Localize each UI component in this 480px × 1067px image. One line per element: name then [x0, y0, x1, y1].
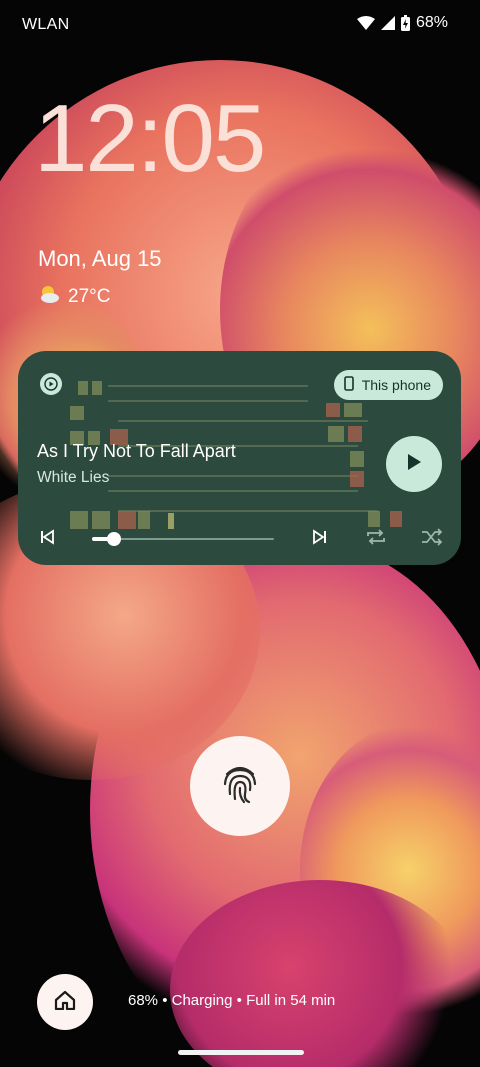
play-icon: [406, 453, 422, 476]
previous-button[interactable]: [35, 527, 59, 551]
lockscreen-clock: 12:05: [34, 85, 266, 192]
play-circle-icon: [40, 373, 62, 395]
battery-percent: 68%: [415, 14, 448, 31]
next-icon: [312, 528, 328, 550]
partly-sunny-icon: [38, 284, 60, 310]
repeat-button[interactable]: [364, 527, 388, 551]
next-button[interactable]: [308, 527, 332, 551]
wifi-icon: [356, 16, 375, 30]
shuffle-button[interactable]: [420, 527, 444, 551]
track-artist: White Lies: [37, 469, 110, 486]
fingerprint-icon: [222, 764, 258, 809]
battery-charging-icon: [400, 15, 410, 31]
network-label: WLAN: [22, 16, 70, 33]
output-device-chip[interactable]: This phone: [333, 370, 443, 400]
phone-icon: [343, 376, 354, 394]
home-icon: [54, 990, 76, 1015]
play-button[interactable]: [386, 436, 442, 492]
cell-signal-icon: [380, 16, 395, 30]
charging-status: 68% • Charging • Full in 54 min: [128, 992, 336, 1009]
home-controls-button[interactable]: [37, 974, 93, 1030]
shuffle-icon: [421, 527, 443, 551]
repeat-icon: [365, 527, 387, 552]
lockscreen-date[interactable]: Mon, Aug 15: [38, 246, 162, 272]
fingerprint-sensor[interactable]: [190, 736, 290, 836]
weather[interactable]: 27°C: [38, 284, 110, 310]
seek-bar[interactable]: [92, 532, 274, 546]
media-player-card[interactable]: This phone As I Try Not To Fall Apart Wh…: [18, 351, 461, 565]
gesture-nav-handle[interactable]: [178, 1050, 304, 1055]
seek-thumb[interactable]: [106, 532, 121, 546]
previous-icon: [39, 528, 55, 550]
output-device-label: This phone: [361, 377, 431, 393]
weather-temperature: 27°C: [68, 286, 111, 307]
status-bar: WLAN 68%: [0, 0, 480, 52]
track-title: As I Try Not To Fall Apart: [37, 441, 236, 461]
